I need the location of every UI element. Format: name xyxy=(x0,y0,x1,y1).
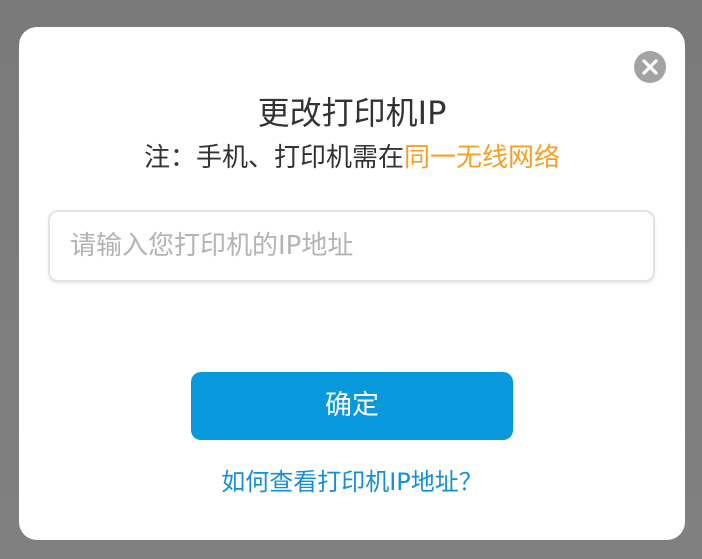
close-button[interactable] xyxy=(634,51,666,83)
note-highlight: 同一无线网络 xyxy=(404,143,561,173)
dialog-title: 更改打印机IP xyxy=(257,94,447,132)
change-printer-ip-dialog: 更改打印机IP 注：手机、打印机需在同一无线网络 确定 如何查看打印机IP地址？ xyxy=(19,27,685,540)
printer-ip-input[interactable] xyxy=(48,210,655,282)
close-icon xyxy=(642,59,658,75)
note-text: 注：手机、打印机需在 xyxy=(143,143,404,173)
how-to-find-ip-link[interactable]: 如何查看打印机IP地址？ xyxy=(19,464,685,500)
confirm-button[interactable]: 确定 xyxy=(191,372,513,440)
network-note: 注：手机、打印机需在同一无线网络 xyxy=(19,138,685,178)
